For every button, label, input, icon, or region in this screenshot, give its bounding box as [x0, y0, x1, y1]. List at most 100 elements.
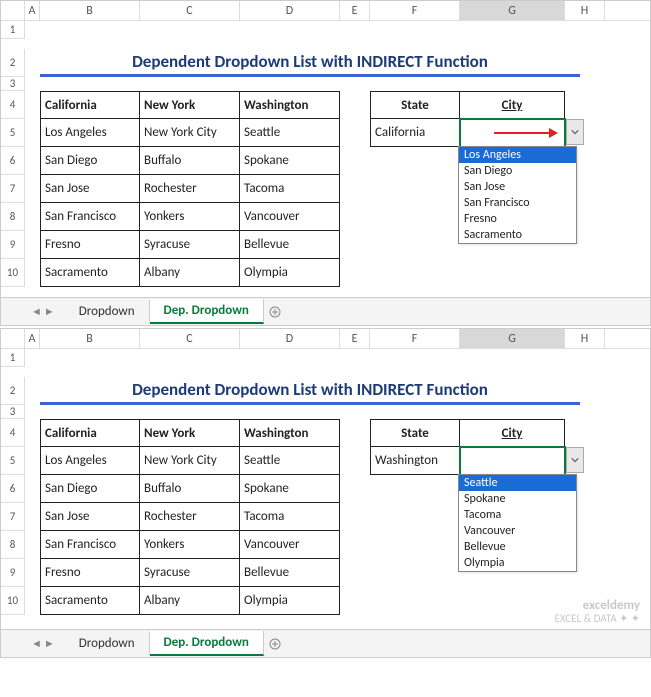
tab-dropdown[interactable]: Dropdown	[65, 632, 150, 655]
dropdown-button[interactable]	[566, 119, 584, 145]
select-all-corner[interactable]	[1, 329, 25, 348]
dropdown-option[interactable]: Vancouver	[459, 523, 576, 539]
state-value-cell[interactable]: Washington	[370, 447, 460, 475]
dropdown-button[interactable]	[566, 447, 584, 473]
row-head-6[interactable]: 6	[1, 147, 25, 175]
col-head-B[interactable]: B	[40, 329, 140, 348]
dropdown-option[interactable]: Spokane	[459, 491, 576, 507]
cell-D8[interactable]: Vancouver	[240, 203, 340, 231]
cell-B5[interactable]: Los Angeles	[40, 447, 140, 475]
cell[interactable]	[25, 49, 40, 77]
col-head-B[interactable]: B	[40, 1, 140, 20]
dropdown-option[interactable]: Los Angeles	[459, 147, 576, 163]
cell-C7[interactable]: Rochester	[140, 503, 240, 531]
src-header-washington[interactable]: Washington	[240, 91, 340, 119]
row-head-1[interactable]: 1	[1, 349, 25, 367]
add-sheet-button[interactable]	[264, 638, 286, 650]
dropdown-option[interactable]: San Jose	[459, 179, 576, 195]
cell-D9[interactable]: Bellevue	[240, 559, 340, 587]
dropdown-list[interactable]: Seattle Spokane Tacoma Vancouver Bellevu…	[458, 474, 577, 572]
tab-dropdown[interactable]: Dropdown	[65, 300, 150, 323]
col-head-F[interactable]: F	[370, 329, 460, 348]
city-dropdown-cell[interactable]: Seattle Spokane Tacoma Vancouver Bellevu…	[460, 447, 565, 475]
cell-B7[interactable]: San Jose	[40, 503, 140, 531]
row-head-8[interactable]: 8	[1, 203, 25, 231]
col-head-H[interactable]: H	[565, 329, 605, 348]
col-head-D[interactable]: D	[240, 329, 340, 348]
row-head-5[interactable]: 5	[1, 119, 25, 147]
src-header-newyork[interactable]: New York	[140, 91, 240, 119]
cell-D6[interactable]: Spokane	[240, 475, 340, 503]
dropdown-option[interactable]: San Francisco	[459, 195, 576, 211]
cell-D10[interactable]: Olympia	[240, 587, 340, 615]
dropdown-option[interactable]: Tacoma	[459, 507, 576, 523]
row-head-5[interactable]: 5	[1, 447, 25, 475]
cell-B6[interactable]: San Diego	[40, 147, 140, 175]
row-head-10[interactable]: 10	[1, 587, 25, 615]
cell-C9[interactable]: Syracuse	[140, 231, 240, 259]
cell-D5[interactable]: Seattle	[240, 119, 340, 147]
add-sheet-button[interactable]	[264, 306, 286, 318]
col-head-C[interactable]: C	[140, 1, 240, 20]
cell-B8[interactable]: San Francisco	[40, 203, 140, 231]
cell-D9[interactable]: Bellevue	[240, 231, 340, 259]
cell-B9[interactable]: Fresno	[40, 559, 140, 587]
src-header-newyork[interactable]: New York	[140, 419, 240, 447]
select-all-corner[interactable]	[1, 1, 25, 20]
city-dropdown-cell[interactable]: Los Angeles San Diego San Jose San Franc…	[460, 119, 565, 147]
dropdown-option[interactable]: Olympia	[459, 555, 576, 571]
cell-B10[interactable]: Sacramento	[40, 259, 140, 287]
src-header-california[interactable]: California	[40, 419, 140, 447]
lookup-header-state[interactable]: State	[370, 419, 460, 447]
cell-D8[interactable]: Vancouver	[240, 531, 340, 559]
lookup-header-city[interactable]: City	[460, 419, 565, 447]
dropdown-option[interactable]: Sacramento	[459, 227, 576, 243]
cell-B5[interactable]: Los Angeles	[40, 119, 140, 147]
cell-C5[interactable]: New York City	[140, 119, 240, 147]
col-head-F[interactable]: F	[370, 1, 460, 20]
row-head-10[interactable]: 10	[1, 259, 25, 287]
cell-B7[interactable]: San Jose	[40, 175, 140, 203]
row-head-3[interactable]: 3	[1, 77, 25, 91]
dropdown-list[interactable]: Los Angeles San Diego San Jose San Franc…	[458, 146, 577, 244]
col-head-E[interactable]: E	[340, 329, 370, 348]
row-head-7[interactable]: 7	[1, 175, 25, 203]
state-value-cell[interactable]: California	[370, 119, 460, 147]
tab-dep-dropdown[interactable]: Dep. Dropdown	[150, 631, 264, 656]
cell-B9[interactable]: Fresno	[40, 231, 140, 259]
row-head-7[interactable]: 7	[1, 503, 25, 531]
cell-C8[interactable]: Yonkers	[140, 531, 240, 559]
tab-nav-next-icon[interactable]: ►	[44, 305, 55, 318]
col-head-G[interactable]: G	[460, 329, 565, 348]
cell-D6[interactable]: Spokane	[240, 147, 340, 175]
cell-D7[interactable]: Tacoma	[240, 503, 340, 531]
cell-B10[interactable]: Sacramento	[40, 587, 140, 615]
tab-nav-prev-icon[interactable]: ◄	[31, 637, 42, 650]
cell[interactable]	[25, 21, 40, 39]
cell-C5[interactable]: New York City	[140, 447, 240, 475]
row-head-4[interactable]: 4	[1, 91, 25, 119]
cell-C7[interactable]: Rochester	[140, 175, 240, 203]
row-head-2[interactable]: 2	[1, 377, 25, 405]
cell-C9[interactable]: Syracuse	[140, 559, 240, 587]
lookup-header-city[interactable]: City	[460, 91, 565, 119]
cell-C6[interactable]: Buffalo	[140, 475, 240, 503]
row-head-9[interactable]: 9	[1, 559, 25, 587]
cell-B8[interactable]: San Francisco	[40, 531, 140, 559]
col-head-H[interactable]: H	[565, 1, 605, 20]
row-head-6[interactable]: 6	[1, 475, 25, 503]
cell-C6[interactable]: Buffalo	[140, 147, 240, 175]
row-head-1[interactable]: 1	[1, 21, 25, 39]
col-head-G[interactable]: G	[460, 1, 565, 20]
cell-D10[interactable]: Olympia	[240, 259, 340, 287]
row-head-8[interactable]: 8	[1, 531, 25, 559]
lookup-header-state[interactable]: State	[370, 91, 460, 119]
cell-D5[interactable]: Seattle	[240, 447, 340, 475]
col-head-E[interactable]: E	[340, 1, 370, 20]
row-head-2[interactable]: 2	[1, 49, 25, 77]
row-head-9[interactable]: 9	[1, 231, 25, 259]
col-head-C[interactable]: C	[140, 329, 240, 348]
cell-C10[interactable]: Albany	[140, 259, 240, 287]
cell-B6[interactable]: San Diego	[40, 475, 140, 503]
row-head-4[interactable]: 4	[1, 419, 25, 447]
